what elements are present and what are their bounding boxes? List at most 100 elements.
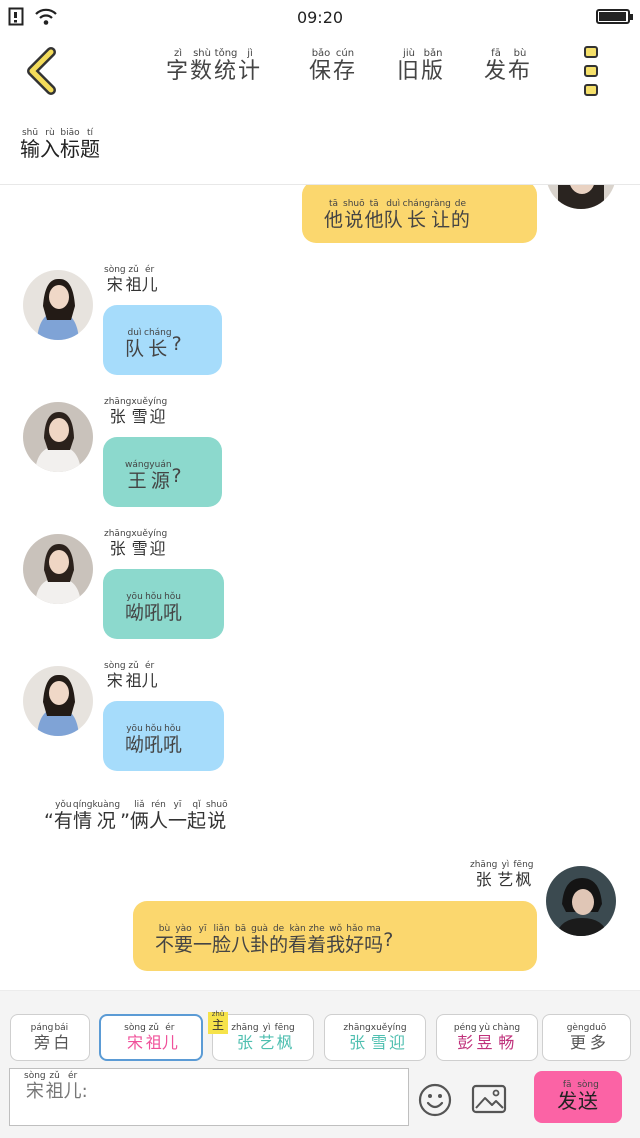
ruby-char: 吼hǒu: [144, 723, 164, 756]
ruby-char: 一yī: [167, 800, 187, 832]
ruby-char: 儿ér: [63, 1071, 82, 1102]
ruby-char: 祖zǔ: [125, 661, 142, 690]
ruby-char: 吼hǒu: [163, 723, 183, 756]
ruby-char: 说shuō: [205, 800, 228, 832]
ruby-char: 发fā: [557, 1080, 578, 1113]
more-menu-icon: [584, 65, 598, 77]
ruby-char: 送sòng: [577, 1080, 599, 1113]
character-chip-peng-yuchang[interactable]: 彭péng 昱yù 畅chàng: [436, 1014, 538, 1061]
message-bubble[interactable]: 不bù 要yào 一yī 脸liǎn 八bā 卦guà 的de 看kàn 着zhe 我wǒ 好hǎo…: [133, 901, 537, 971]
emoji-button[interactable]: [418, 1083, 452, 1117]
ruby-char: 统tǒng: [214, 48, 239, 84]
sender-name: 宋sòng祖zǔ儿ér: [104, 265, 158, 295]
narration-text[interactable]: “有yǒu情qíng况kuàng”俩liǎ人rén一yī起qǐ说shuō: [44, 800, 228, 833]
ruby-char: 祖zǔ: [125, 265, 142, 294]
old-version-button[interactable]: 旧jiù版bǎn: [397, 48, 445, 85]
ruby-char: 迎yíng: [147, 397, 168, 426]
more-menu-icon: [584, 46, 598, 58]
ruby-char: 祖zǔ: [45, 1071, 64, 1102]
ruby-char: 题tí: [80, 128, 100, 161]
ruby-char: 源yuán: [149, 459, 172, 492]
ruby-char: 王wáng: [125, 459, 150, 492]
battery-level: [599, 12, 626, 21]
lead-role-badge: 主zhǔ: [208, 1010, 228, 1034]
ruby-char: 数shù: [190, 48, 215, 84]
ruby-char: 宋sòng: [24, 1071, 46, 1102]
ruby-char: 更gèng: [566, 1022, 590, 1052]
message-input[interactable]: 宋sòng祖zǔ儿ér:: [9, 1068, 409, 1126]
ruby-char: 我wǒ: [326, 923, 346, 956]
ruby-char: 要yào: [174, 923, 194, 956]
ruby-char: 呦yōu: [125, 591, 145, 624]
send-button[interactable]: 发fā 送sòng: [534, 1071, 622, 1123]
avatar[interactable]: [23, 270, 93, 340]
ruby-char: 长cháng: [144, 327, 172, 360]
ruby-char: 雪xuě: [131, 397, 148, 426]
status-bar: 09:20: [0, 0, 640, 36]
ruby-char: 雪xuě: [131, 529, 148, 558]
ruby-char: 情qíng: [72, 800, 93, 832]
ruby-char: 张zhāng: [343, 1022, 371, 1052]
back-button[interactable]: [18, 46, 68, 96]
avatar[interactable]: [23, 534, 93, 604]
ruby-char: 旧jiù: [397, 48, 422, 84]
ruby-char: 一yī: [193, 923, 213, 956]
ruby-char: 宋sòng: [124, 1022, 146, 1052]
character-chip-narrator[interactable]: 旁páng 白bái: [10, 1014, 90, 1061]
ruby-char: 说shuō: [343, 198, 365, 231]
ruby-char: 白bái: [53, 1022, 70, 1052]
ruby-char: 宋sòng: [104, 661, 126, 690]
ruby-char: 布bù: [508, 48, 533, 84]
ruby-char: 枫fēng: [274, 1022, 295, 1052]
ruby-char: 张zhāng: [104, 529, 132, 558]
more-characters-button[interactable]: 更gèng 多duō: [542, 1014, 631, 1061]
ruby-char: 迎yíng: [147, 529, 168, 558]
composer-panel: 旁páng 白bái 宋sòng 祖zǔ 儿ér 主zhǔ 张zhāng 艺yì 枫fēn…: [0, 990, 640, 1138]
ruby-char: ?: [171, 465, 182, 487]
ruby-char: 版bǎn: [421, 48, 446, 84]
message-bubble[interactable]: 呦yōu 吼hǒu 吼hǒu: [103, 701, 224, 771]
more-menu-button[interactable]: [584, 46, 602, 96]
save-button[interactable]: 保bǎo存cún: [309, 48, 357, 85]
sender-name: 张zhāng雪xuě迎yíng: [104, 529, 167, 559]
ruby-char: 宋sòng: [104, 265, 126, 294]
battery-icon: [596, 9, 633, 24]
message-bubble[interactable]: 队duì 长cháng?: [103, 305, 222, 375]
sender-name: 宋sòng祖zǔ儿ér: [104, 661, 158, 691]
ruby-char: 入rù: [40, 128, 60, 161]
image-button[interactable]: [471, 1083, 507, 1115]
ruby-char: 旁páng: [30, 1022, 54, 1052]
message-bubble[interactable]: 呦yōu 吼hǒu 吼hǒu: [103, 569, 224, 639]
character-chip-song-zuer[interactable]: 宋sòng 祖zǔ 儿ér: [99, 1014, 203, 1061]
ruby-char: ?: [383, 929, 394, 951]
ruby-char: 卦guà: [250, 923, 270, 956]
ruby-char: 艺yì: [497, 860, 514, 889]
publish-button[interactable]: 发fā布bù: [484, 48, 532, 85]
sender-name: 张zhāng雪xuě迎yíng: [104, 397, 167, 427]
title-input[interactable]: 输shū入rù标biāo题tí: [20, 128, 100, 162]
emoji-icon: [418, 1083, 452, 1117]
avatar[interactable]: [23, 402, 93, 472]
word-count-button[interactable]: 字zì数shù统tǒng计jì: [166, 48, 262, 85]
image-icon: [471, 1084, 507, 1114]
avatar[interactable]: [23, 666, 93, 736]
character-chip-zhang-xueying[interactable]: 张zhāng 雪xuě 迎yíng: [324, 1014, 426, 1061]
ruby-char: 吼hǒu: [163, 591, 183, 624]
message-bubble[interactable]: 王wáng 源yuán?: [103, 437, 222, 507]
ruby-char: 彭péng: [453, 1022, 477, 1052]
ruby-char: :: [81, 1081, 88, 1102]
ruby-char: 主zhǔ: [211, 1010, 225, 1032]
ruby-char: 好hǎo: [345, 923, 365, 956]
avatar[interactable]: [546, 866, 616, 936]
ruby-char: “: [44, 810, 54, 832]
ruby-char: ”: [120, 810, 130, 832]
message-bubble[interactable]: 他tā 说shuō 他tā 队duì 长cháng 让ràng 的de: [302, 185, 537, 243]
back-arrow-icon: [27, 47, 56, 95]
ruby-char: 雪xuě: [370, 1022, 388, 1052]
ruby-char: 艺yì: [258, 1022, 275, 1052]
ruby-char: 长cháng: [402, 198, 431, 231]
ruby-char: 儿ér: [141, 265, 158, 294]
chat-area[interactable]: 他tā 说shuō 他tā 队duì 长cháng 让ràng 的de 宋sòng祖zǔ儿é…: [0, 185, 640, 990]
ruby-char: 吼hǒu: [144, 591, 164, 624]
avatar[interactable]: [546, 185, 616, 209]
